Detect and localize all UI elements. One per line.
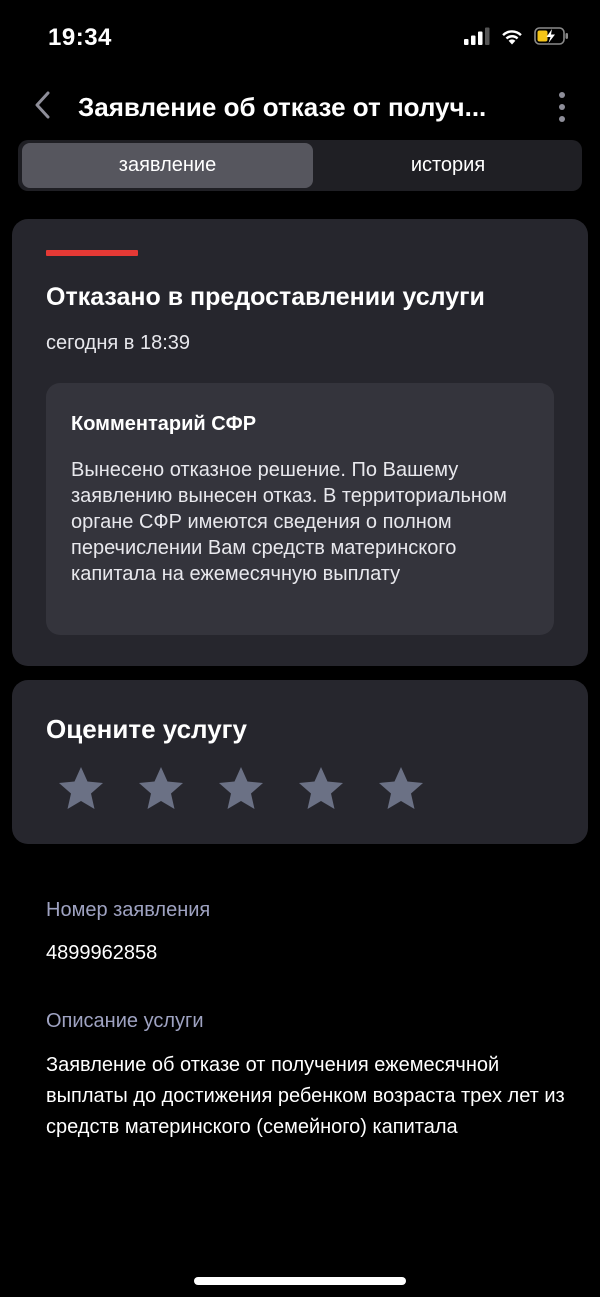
navigation-bar: Заявление об отказе от получ... bbox=[0, 80, 600, 134]
status-date: сегодня в 18:39 bbox=[46, 332, 190, 354]
star-icon[interactable] bbox=[56, 764, 106, 814]
application-number-value: 4899962858 bbox=[46, 942, 158, 964]
service-description-value: Заявление об отказе от получения ежемеся… bbox=[46, 1054, 565, 1138]
more-button[interactable] bbox=[552, 92, 572, 122]
rating-stars bbox=[56, 764, 426, 814]
segmented-control: заявление история bbox=[18, 140, 582, 191]
star-icon[interactable] bbox=[376, 764, 426, 814]
service-description-label: Описание услуги bbox=[46, 1010, 204, 1032]
tab-history[interactable]: история bbox=[318, 143, 578, 188]
more-vertical-icon bbox=[559, 92, 565, 98]
rating-card: Оцените услугу bbox=[12, 680, 588, 844]
status-indicator-bar bbox=[46, 250, 138, 256]
status-title: Отказано в предоставлении услуги bbox=[46, 283, 485, 311]
status-time: 19:34 bbox=[48, 24, 112, 51]
wifi-icon bbox=[500, 27, 524, 50]
battery-charging-icon bbox=[534, 26, 570, 51]
comment-title: Комментарий СФР bbox=[71, 413, 257, 435]
status-icons bbox=[464, 26, 570, 51]
comment-box: Комментарий СФР Вынесено отказное решени… bbox=[46, 383, 554, 635]
chevron-left-icon bbox=[33, 91, 51, 124]
page-title: Заявление об отказе от получ... bbox=[78, 92, 487, 122]
more-vertical-icon bbox=[559, 116, 565, 122]
home-indicator bbox=[194, 1277, 406, 1285]
status-bar: 19:34 bbox=[0, 0, 600, 76]
more-vertical-icon bbox=[559, 104, 565, 110]
application-number-label: Номер заявления bbox=[46, 899, 211, 921]
status-card: Отказано в предоставлении услуги сегодня… bbox=[12, 219, 588, 666]
star-icon[interactable] bbox=[216, 764, 266, 814]
comment-text: Вынесено отказное решение. По Вашему зая… bbox=[71, 459, 507, 585]
star-icon[interactable] bbox=[296, 764, 346, 814]
rating-title: Оцените услугу bbox=[46, 714, 247, 744]
star-icon[interactable] bbox=[136, 764, 186, 814]
signal-icon bbox=[464, 27, 490, 50]
tab-application[interactable]: заявление bbox=[22, 143, 313, 188]
back-button[interactable] bbox=[26, 90, 58, 124]
